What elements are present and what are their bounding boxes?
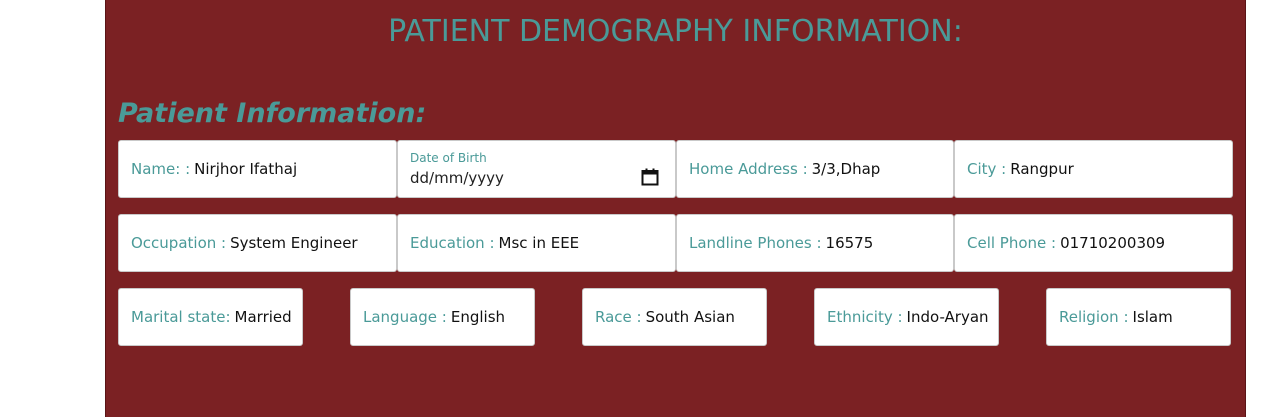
home-address-field[interactable]: Home Address : 3/3,Dhap: [676, 140, 954, 198]
language-field[interactable]: Language : English: [350, 288, 535, 346]
religion-value[interactable]: Islam: [1133, 308, 1173, 326]
name-label: Name: :: [131, 160, 191, 178]
cell-phone-label: Cell Phone :: [967, 234, 1057, 252]
landline-phones-value[interactable]: 16575: [826, 234, 874, 252]
calendar-icon[interactable]: [641, 168, 659, 186]
landline-phones-field[interactable]: Landline Phones : 16575: [676, 214, 954, 272]
religion-label: Religion :: [1059, 308, 1129, 326]
name-value[interactable]: Nirjhor Ifathaj: [194, 160, 297, 178]
language-value[interactable]: English: [451, 308, 505, 326]
ethnicity-label: Ethnicity :: [827, 308, 903, 326]
occupation-value[interactable]: System Engineer: [230, 234, 358, 252]
ethnicity-value[interactable]: Indo-Aryan: [907, 308, 989, 326]
marital-state-value[interactable]: Married: [235, 308, 292, 326]
city-label: City :: [967, 160, 1007, 178]
language-label: Language :: [363, 308, 447, 326]
landline-phones-label: Landline Phones :: [689, 234, 822, 252]
ethnicity-field[interactable]: Ethnicity : Indo-Aryan: [814, 288, 999, 346]
home-address-label: Home Address :: [689, 160, 808, 178]
education-value[interactable]: Msc in EEE: [499, 234, 580, 252]
occupation-label: Occupation :: [131, 234, 227, 252]
date-of-birth-input[interactable]: dd/mm/yyyy: [410, 169, 504, 187]
race-field[interactable]: Race : South Asian: [582, 288, 767, 346]
marital-state-label: Marital state:: [131, 308, 231, 326]
cell-phone-value[interactable]: 01710200309: [1060, 234, 1165, 252]
occupation-field[interactable]: Occupation : System Engineer: [118, 214, 397, 272]
date-of-birth-label: Date of Birth: [410, 151, 487, 165]
city-value[interactable]: Rangpur: [1010, 160, 1074, 178]
page-title: PATIENT DEMOGRAPHY INFORMATION:: [388, 14, 963, 49]
education-label: Education :: [410, 234, 495, 252]
education-field[interactable]: Education : Msc in EEE: [397, 214, 676, 272]
date-of-birth-field[interactable]: Date of Birth dd/mm/yyyy: [397, 140, 676, 198]
religion-field[interactable]: Religion : Islam: [1046, 288, 1231, 346]
city-field[interactable]: City : Rangpur: [954, 140, 1233, 198]
home-address-value[interactable]: 3/3,Dhap: [812, 160, 881, 178]
race-value[interactable]: South Asian: [646, 308, 735, 326]
name-field[interactable]: Name: : Nirjhor Ifathaj: [118, 140, 397, 198]
cell-phone-field[interactable]: Cell Phone : 01710200309: [954, 214, 1233, 272]
race-label: Race :: [595, 308, 642, 326]
demography-panel: PATIENT DEMOGRAPHY INFORMATION: Patient …: [105, 0, 1246, 417]
section-title: Patient Information:: [118, 98, 427, 129]
marital-state-field[interactable]: Marital state: Married: [118, 288, 303, 346]
